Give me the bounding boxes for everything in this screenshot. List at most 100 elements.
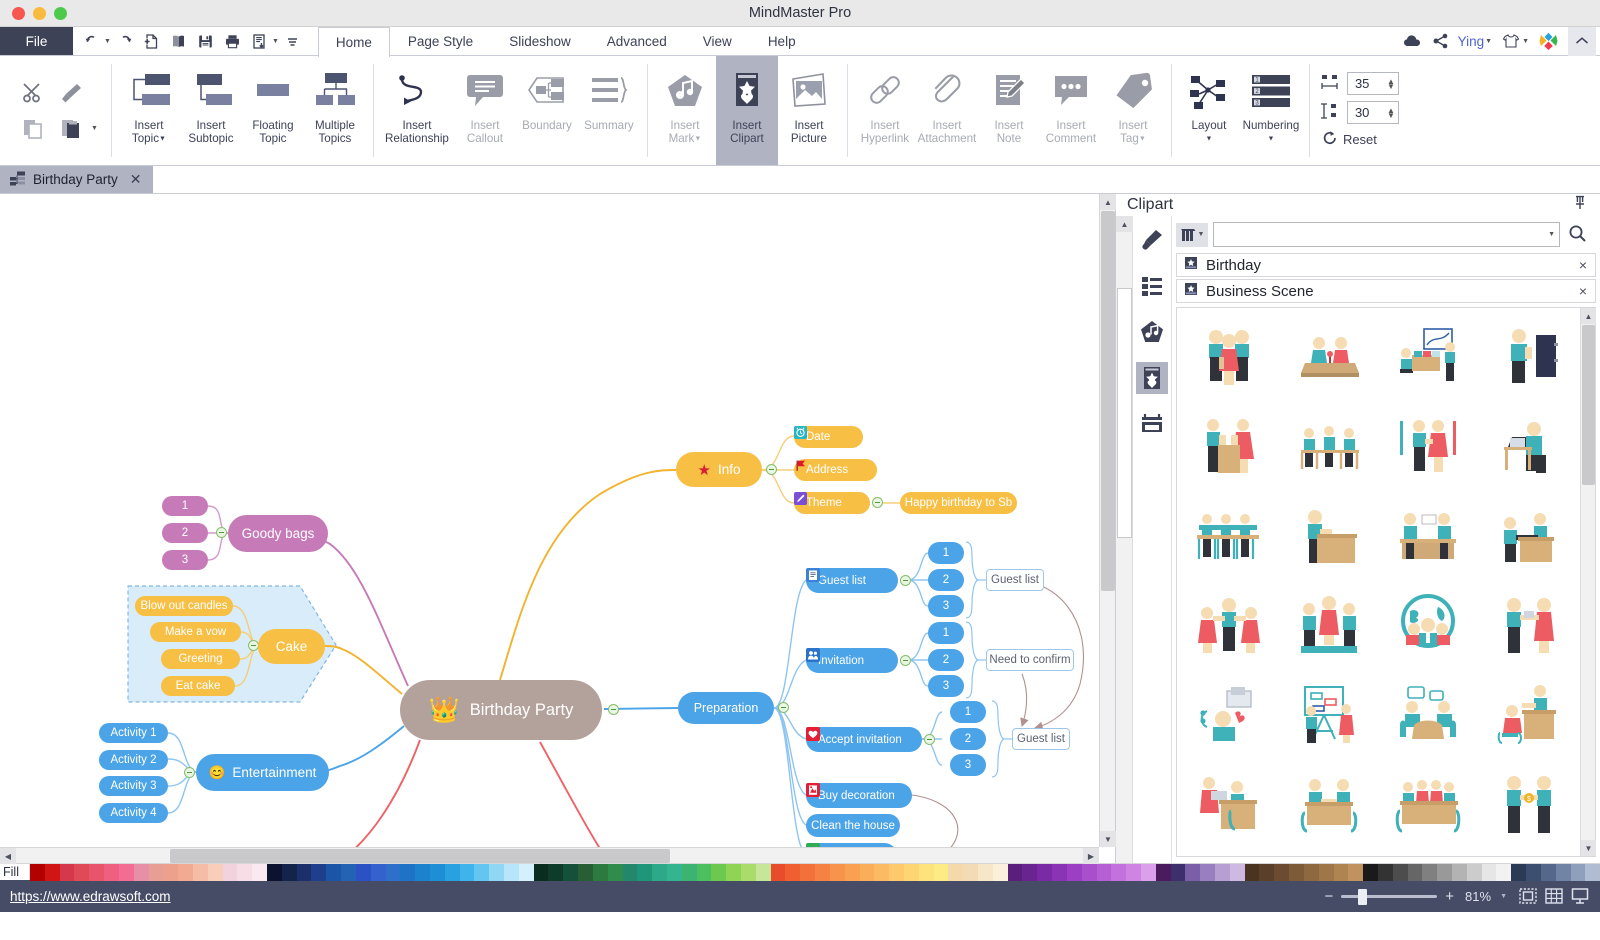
grid-scroll-down-icon[interactable]: ▼ <box>1581 840 1596 856</box>
callout-guest-list-top[interactable]: Guest list <box>986 569 1044 591</box>
color-swatch[interactable] <box>948 864 964 881</box>
zoom-thumb[interactable] <box>1358 888 1368 905</box>
color-swatch[interactable] <box>1215 864 1230 881</box>
color-swatch[interactable] <box>874 864 890 881</box>
color-swatch[interactable] <box>1437 864 1452 881</box>
color-swatch[interactable] <box>1422 864 1438 881</box>
node-happy-birthday[interactable]: Happy birthday to Sb <box>900 492 1017 514</box>
clipart-thumb[interactable] <box>1379 582 1479 672</box>
color-swatch[interactable] <box>711 864 727 881</box>
clipart-thumb[interactable] <box>1478 582 1578 672</box>
color-swatch[interactable] <box>800 864 816 881</box>
scroll-left-icon[interactable]: ◀ <box>0 848 16 864</box>
color-swatch[interactable] <box>1274 864 1290 881</box>
color-swatch[interactable] <box>504 864 519 881</box>
scroll-right-icon[interactable]: ▶ <box>1083 848 1099 864</box>
zoom-track[interactable] <box>1341 888 1438 905</box>
color-swatch[interactable] <box>844 864 860 881</box>
collapse-toggle-accept-invitation[interactable] <box>924 734 935 745</box>
color-swatch[interactable] <box>355 864 371 881</box>
color-swatch[interactable] <box>104 864 119 881</box>
clipart-category-birthday[interactable]: Birthday × <box>1176 253 1596 277</box>
node-acc-3[interactable]: 3 <box>950 754 986 776</box>
color-swatch[interactable] <box>474 864 490 881</box>
color-swatch[interactable] <box>889 864 904 881</box>
color-swatch[interactable] <box>459 864 475 881</box>
clipart-thumb[interactable] <box>1379 402 1479 492</box>
color-swatch[interactable] <box>133 864 149 881</box>
color-swatch[interactable] <box>859 864 875 881</box>
close-icon[interactable]: × <box>1579 283 1587 299</box>
print-icon[interactable] <box>220 28 246 54</box>
node-inv-1[interactable]: 1 <box>928 622 964 644</box>
clipart-thumb[interactable] <box>1379 672 1479 762</box>
node-clean-the-house[interactable]: Clean the house <box>806 814 900 837</box>
theme-icon[interactable] <box>1136 316 1168 348</box>
color-swatch[interactable] <box>400 864 416 881</box>
color-swatch[interactable] <box>1318 864 1334 881</box>
insert-hyperlink-button[interactable]: Insert Hyperlink <box>854 56 916 165</box>
collapse-toggle-central[interactable] <box>608 704 619 715</box>
node-info[interactable]: ★ Info <box>676 452 762 487</box>
redo-icon[interactable] <box>112 28 138 54</box>
color-swatch[interactable] <box>267 864 282 881</box>
cloud-icon[interactable] <box>1403 34 1423 48</box>
clipart-category-business-scene[interactable]: Business Scene × <box>1176 279 1596 303</box>
clipart-thumb[interactable] <box>1279 672 1379 762</box>
chevron-down-icon[interactable]: ▼ <box>1198 231 1205 238</box>
color-swatch[interactable] <box>681 864 697 881</box>
color-swatch[interactable] <box>74 864 90 881</box>
color-swatch[interactable] <box>933 864 949 881</box>
node-acc-2[interactable]: 2 <box>950 728 986 750</box>
color-swatch[interactable] <box>89 864 105 881</box>
brush-icon[interactable] <box>1136 224 1168 256</box>
color-swatch[interactable] <box>1392 864 1408 881</box>
summary-button[interactable]: Summary <box>578 56 640 165</box>
color-swatch[interactable] <box>178 864 193 881</box>
node-address[interactable]: Address <box>794 459 877 481</box>
clipart-thumb[interactable] <box>1379 492 1479 582</box>
grid-scroll-thumb[interactable] <box>1582 325 1595 485</box>
paste-dropdown-icon[interactable]: ▼ <box>91 125 98 132</box>
clipart-thumb[interactable] <box>1478 402 1578 492</box>
color-swatch[interactable] <box>770 864 786 881</box>
pin-icon[interactable] <box>1573 195 1587 215</box>
color-swatch[interactable] <box>1289 864 1304 881</box>
color-swatch[interactable] <box>992 864 1008 881</box>
canvas-horizontal-scrollbar[interactable]: ◀ ▶ <box>0 847 1099 864</box>
export-dropdown-icon[interactable]: ▼ <box>272 38 279 45</box>
panel-outer-scrollbar[interactable]: ▲ <box>1116 216 1133 863</box>
color-swatch[interactable] <box>696 864 712 881</box>
node-buy-decoration[interactable]: Buy decoration <box>806 783 912 808</box>
color-swatch[interactable] <box>118 864 134 881</box>
color-swatch[interactable] <box>252 864 267 881</box>
insert-mark-button[interactable]: Insert Mark▼ <box>654 56 716 165</box>
insert-comment-button[interactable]: Insert Comment <box>1040 56 1102 165</box>
color-swatch[interactable] <box>1555 864 1571 881</box>
node-acc-1[interactable]: 1 <box>950 701 986 723</box>
collapse-toggle-entertainment[interactable] <box>184 767 195 778</box>
color-swatch[interactable] <box>237 864 253 881</box>
color-swatch[interactable] <box>1126 864 1141 881</box>
theme-menu[interactable]: ▼ <box>1501 33 1529 49</box>
color-swatch[interactable] <box>666 864 682 881</box>
node-goody-3[interactable]: 3 <box>162 550 208 570</box>
grid-view-icon[interactable] <box>1544 887 1564 905</box>
node-greeting[interactable]: Greeting <box>161 649 240 669</box>
node-guest-1[interactable]: 1 <box>928 542 964 564</box>
color-swatch[interactable] <box>59 864 75 881</box>
color-swatch[interactable] <box>918 864 934 881</box>
color-swatch[interactable] <box>815 864 830 881</box>
clipart-thumb[interactable] <box>1279 762 1379 852</box>
color-swatch[interactable] <box>1348 864 1364 881</box>
close-icon[interactable]: × <box>1579 257 1587 273</box>
clipart-thumb[interactable] <box>1379 312 1479 402</box>
open-icon[interactable] <box>166 28 192 54</box>
color-swatches[interactable] <box>30 864 1600 881</box>
color-swatch[interactable] <box>163 864 179 881</box>
floating-topic-button[interactable]: Floating Topic <box>242 56 304 165</box>
vertical-spacing-stepper[interactable]: ▲ ▼ <box>1387 106 1395 119</box>
color-swatch[interactable] <box>978 864 993 881</box>
undo-icon[interactable] <box>79 28 105 54</box>
node-theme[interactable]: Theme <box>794 492 870 514</box>
